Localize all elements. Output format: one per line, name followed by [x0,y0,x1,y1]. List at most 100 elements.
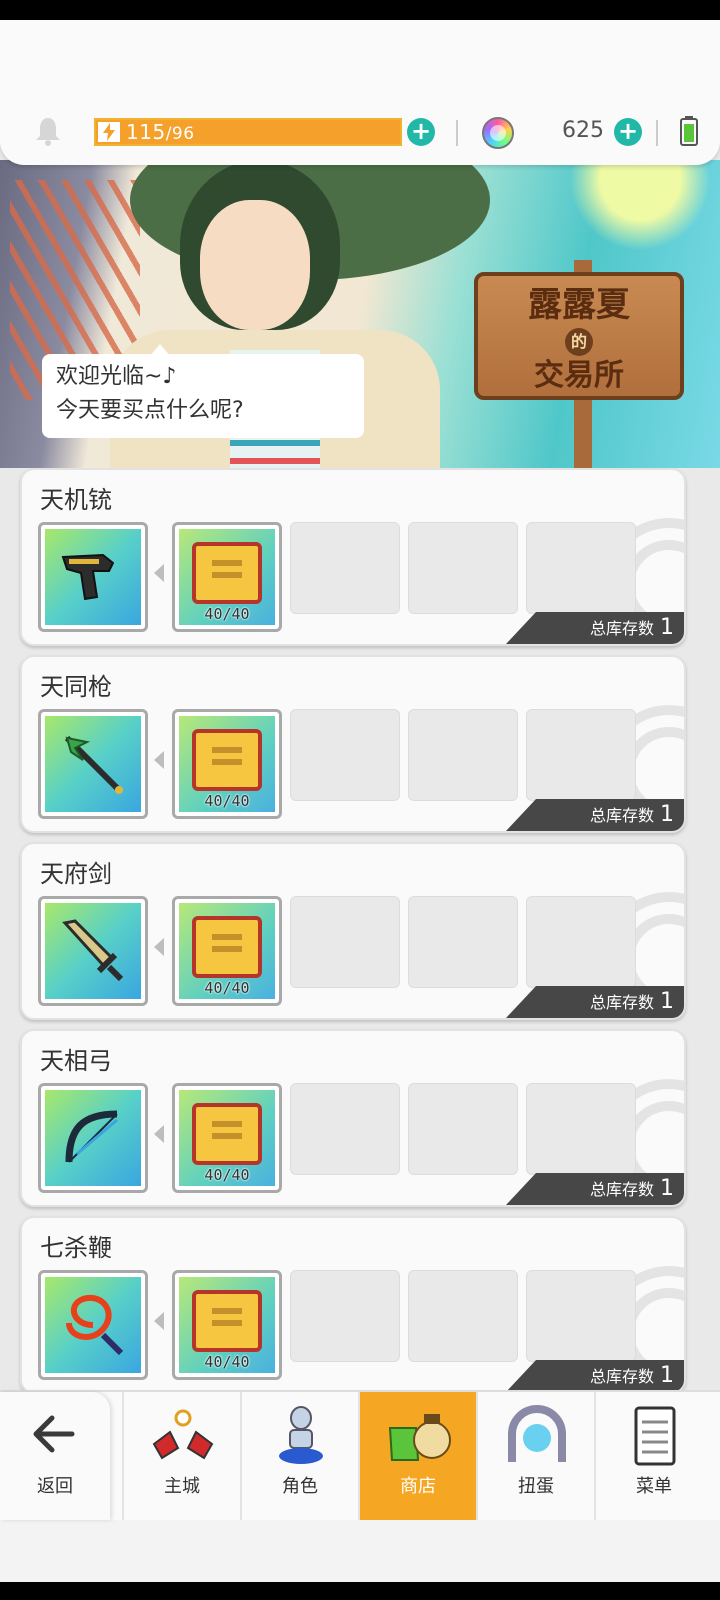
back-button[interactable]: 返回 [0,1392,110,1520]
empty-slot [408,896,518,988]
empty-slot [290,709,400,801]
sign-title-line2: 交易所 [534,358,624,393]
empty-slot [290,896,400,988]
cost-count: 40/40 [204,1353,250,1371]
chevron-left-icon [154,564,164,582]
scroll-icon [192,542,262,604]
nav-label: 扭蛋 [518,1476,554,1497]
chevron-left-icon [154,751,164,769]
cost-slot[interactable]: 40/40 [172,522,282,632]
empty-slot [408,1270,518,1362]
empty-slot [526,1083,636,1175]
gacha-portal-icon [508,1405,566,1462]
cost-slot[interactable]: 40/40 [172,1270,282,1380]
shop-item-card[interactable]: 天机铳 40/40 总库存数 1 [20,468,686,646]
stock-tag: 总库存数 1 [506,986,684,1018]
cost-count: 40/40 [204,1166,250,1184]
menu-list-icon [634,1406,676,1466]
sword-icon [62,919,124,982]
shop-item-card[interactable]: 天府剑 40/40 总库存数 1 [20,842,686,1020]
shop-sign: 露露夏 的 交易所 [474,272,684,400]
item-slot[interactable] [38,522,148,632]
cost-count: 40/40 [204,979,250,997]
sign-de: 的 [565,328,593,356]
resource-bar: 115/96 + 625 + [0,20,720,165]
cost-slot[interactable]: 40/40 [172,709,282,819]
item-slot[interactable] [38,1083,148,1193]
speech-line-2: 今天要买点什么呢? [56,398,244,423]
nav-label: 主城 [164,1476,200,1497]
nav-item-menu[interactable]: 菜单 [594,1392,712,1520]
add-energy-button[interactable]: + [407,118,435,146]
nav-item-gacha[interactable]: 扭蛋 [476,1392,594,1520]
chevron-left-icon [154,1125,164,1143]
arrow-left-icon [33,1415,75,1453]
stock-tag: 总库存数 1 [506,1360,684,1390]
item-name: 天机铳 [40,486,112,514]
empty-slot [408,709,518,801]
empty-slot [290,1083,400,1175]
battery-icon [680,116,698,146]
character-icon [279,1406,323,1464]
stock-count: 1 [660,1363,674,1388]
empty-slot [526,896,636,988]
empty-slot [526,709,636,801]
item-name: 天相弓 [40,1047,112,1075]
shop-item-card[interactable]: 天同枪 40/40 总库存数 1 [20,655,686,833]
bell-icon[interactable] [34,116,62,146]
stock-label: 总库存数 [589,1367,654,1386]
character-face [200,200,310,330]
town-icon [152,1409,214,1460]
stock-label: 总库存数 [589,806,654,825]
empty-slot [408,1083,518,1175]
stock-label: 总库存数 [589,1180,654,1199]
item-name: 七杀鞭 [40,1234,112,1262]
nav-item-character[interactable]: 角色 [240,1392,358,1520]
energy-value: 115/96 [126,120,195,144]
shopkeeper-speech-bubble: 欢迎光临~♪ 今天要买点什么呢? [42,354,364,438]
empty-slot [408,522,518,614]
cost-slot[interactable]: 40/40 [172,896,282,1006]
nav-label: 菜单 [636,1476,672,1497]
item-slot[interactable] [38,709,148,819]
stock-label: 总库存数 [589,619,654,638]
stock-count: 1 [660,615,674,640]
divider [456,120,458,146]
system-status-bar [0,0,720,20]
stock-tag: 总库存数 1 [506,612,684,644]
stock-count: 1 [660,989,674,1014]
nav-item-main-city[interactable]: 主城 [122,1392,240,1520]
empty-slot [526,522,636,614]
shop-item-card[interactable]: 天相弓 40/40 总库存数 1 [20,1029,686,1207]
item-name: 天同枪 [40,673,112,701]
energy-max: /96 [165,124,195,144]
energy-bar: 115/96 [94,118,402,146]
stock-count: 1 [660,1176,674,1201]
bow-icon [65,1110,118,1163]
chevron-left-icon [154,938,164,956]
cost-slot[interactable]: 40/40 [172,1083,282,1193]
stock-label: 总库存数 [589,993,654,1012]
cost-count: 40/40 [204,792,250,810]
stock-tag: 总库存数 1 [506,1173,684,1205]
back-label: 返回 [37,1476,73,1497]
scroll-icon [192,916,262,978]
nav-item-shop[interactable]: 商店 [358,1392,476,1520]
gun-icon [61,553,115,601]
scroll-icon [192,729,262,791]
shop-item-list[interactable]: 天机铳 40/40 总库存数 1 天同枪 40/40 总库存数 1 天府剑 40… [0,468,720,1390]
empty-slot [290,1270,400,1362]
scroll-icon [192,1103,262,1165]
stock-tag: 总库存数 1 [506,799,684,831]
item-slot[interactable] [38,1270,148,1380]
item-slot[interactable] [38,896,148,1006]
gem-icon [482,117,514,149]
shop-item-card[interactable]: 七杀鞭 40/40 总库存数 1 [20,1216,686,1390]
item-name: 天府剑 [40,860,112,888]
divider [656,120,658,146]
sign-title-line1: 露露夏 [528,285,630,325]
cost-count: 40/40 [204,605,250,623]
system-nav-bar [0,1582,720,1600]
scroll-icon [192,1290,262,1352]
add-gem-button[interactable]: + [614,118,642,146]
